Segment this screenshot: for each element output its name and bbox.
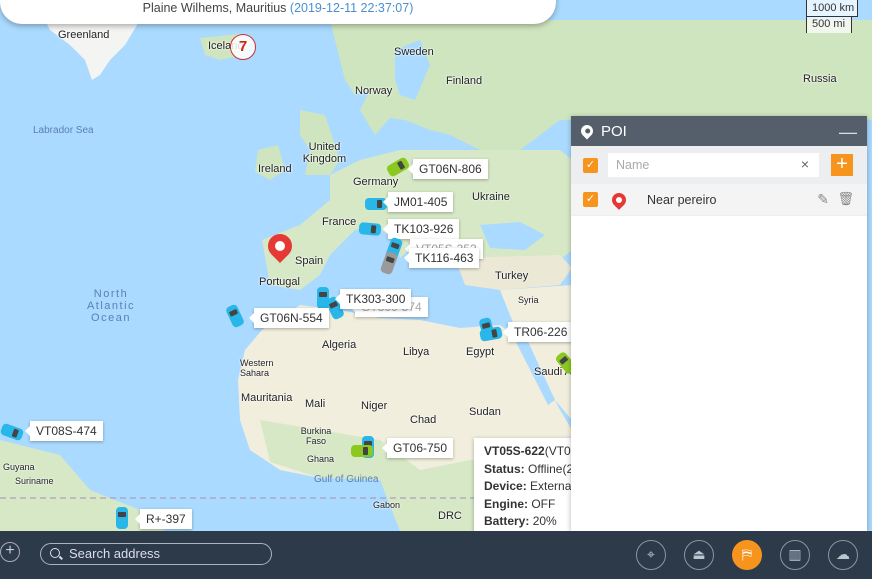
map-label-egypt: Egypt — [466, 346, 495, 358]
location-timestamp: (2019-12-11 22:37:07) — [289, 1, 414, 15]
vehicle-marker[interactable] — [351, 445, 373, 457]
vehicle-label[interactable]: R+-397 — [135, 509, 192, 529]
vehicle-label[interactable]: GT06-750 — [381, 438, 454, 458]
search-address-placeholder: Search address — [69, 546, 161, 561]
map-label-syria: Syria — [518, 295, 539, 305]
poi-list-item[interactable]: ✓ Near pereiro ✎ 🗑 — [571, 184, 867, 216]
route-playback-button[interactable]: ⌖ — [636, 540, 666, 570]
location-bar: Plaine Wilhems, Mauritius (2019-12-11 22… — [0, 0, 556, 24]
vehicle-label[interactable]: TK303-300 — [334, 289, 412, 309]
vehicle-info-tooltip: VT05S-622(VT05S-622) Status: Offline(27 … — [474, 438, 574, 531]
map-label-finland: Finland — [446, 75, 483, 87]
map-label-france: France — [322, 216, 357, 228]
map-label-libya: Libya — [403, 346, 430, 358]
poi-panel: POI — ✓ Name × + ✓ Near pereiro ✎ 🗑 — [571, 116, 867, 531]
pencil-icon[interactable]: ✎ — [817, 191, 829, 208]
cloud-download-icon: ☁ — [836, 546, 850, 562]
tooltip-device-label: Device: — [484, 479, 527, 493]
poi-marker-icon — [609, 189, 629, 210]
vehicle-label[interactable]: GT06N-806 — [408, 159, 488, 179]
tooltip-device-value: External p — [530, 479, 574, 493]
tooltip-title: VT05S-622 — [484, 444, 545, 458]
vehicle-cluster[interactable]: 7 — [230, 34, 256, 60]
map-label-portugal: Portugal — [259, 276, 300, 288]
fence-icon: ▥ — [788, 546, 802, 562]
map-label-suriname: Suriname — [15, 476, 54, 486]
map-label-north-atlantic-ocean: North Atlantic Ocean — [86, 288, 136, 324]
map-label-drc: DRC — [438, 510, 462, 522]
vehicle-label[interactable]: TK116-463 — [403, 248, 480, 268]
map-label-sudan: Sudan — [469, 406, 501, 418]
poi-panel-header: POI — — [571, 116, 867, 146]
map-label-germany: Germany — [353, 176, 399, 188]
tooltip-status-label: Status: — [484, 461, 525, 476]
poi-name-input[interactable]: Name × — [608, 153, 819, 177]
vehicle-label[interactable]: TK103-926 — [382, 219, 460, 239]
geofence-button[interactable]: ▥ — [780, 540, 810, 570]
map-label-labrador-sea: Labrador Sea — [33, 125, 94, 136]
tooltip-engine-value: OFF — [531, 496, 556, 511]
alarm-button[interactable]: ⏏ — [684, 540, 714, 570]
tooltip-battery-label: Battery: — [484, 514, 530, 528]
minimize-button[interactable]: — — [839, 122, 857, 143]
alarm-light-icon: ⏏ — [692, 546, 706, 562]
map-label-niger: Niger — [361, 400, 388, 412]
tooltip-status-value: Offline(27 — [528, 461, 574, 476]
map-label-gabon: Gabon — [373, 500, 401, 510]
bottom-toolbar: + Search address ⌖ ⏏ ⛿ ▥ ☁ — [0, 531, 872, 579]
select-all-checkbox[interactable]: ✓ — [583, 157, 598, 173]
map-label-greenland: Greenland — [58, 29, 110, 41]
current-location: Plaine Wilhems, Mauritius — [142, 1, 287, 15]
tooltip-engine-label: Engine: — [484, 496, 528, 511]
map-label-mauritania: Mauritania — [241, 392, 293, 404]
poi-item-name: Near pereiro — [647, 192, 717, 207]
map-label-burkina-faso: Burkina Faso — [300, 426, 332, 446]
map-pin-icon — [578, 122, 596, 140]
tooltip-title-suffix: (VT05S-622) — [544, 444, 574, 458]
map-label-spain: Spain — [295, 255, 324, 267]
map-label-guyana: Guyana — [3, 462, 35, 472]
map-label-sweden: Sweden — [394, 46, 434, 58]
tooltip-battery-value: 20% — [532, 514, 557, 528]
map-label-united-kingdom: United Kingdom — [302, 141, 347, 165]
clear-icon[interactable]: × — [801, 156, 809, 172]
search-address-input[interactable]: Search address — [40, 543, 272, 565]
map-label-mali: Mali — [305, 398, 326, 410]
map-label-algeria: Algeria — [322, 339, 357, 351]
map-label-russia: Russia — [803, 73, 837, 85]
poi-item-checkbox[interactable]: ✓ — [583, 192, 598, 207]
poi-panel-title: POI — [601, 122, 627, 140]
map-label-ireland: Ireland — [258, 163, 292, 175]
map-label-ghana: Ghana — [307, 454, 335, 464]
map-label-western-sahara: Western Sahara — [240, 358, 274, 378]
zoom-in-icon[interactable]: + — [0, 542, 20, 562]
download-button[interactable]: ☁ — [828, 540, 858, 570]
scale-mi: 500 mi — [806, 17, 852, 33]
route-icon: ⌖ — [647, 546, 655, 562]
vehicle-label[interactable]: TR06-226 — [502, 322, 574, 342]
vehicle-label[interactable]: VT08S-474 — [25, 421, 103, 441]
map-pin-icon: ⛿ — [741, 546, 753, 562]
trash-icon[interactable]: 🗑 — [837, 191, 854, 207]
map-scale: 1000 km 500 mi — [806, 0, 858, 33]
map-label-turkey: Turkey — [495, 270, 529, 282]
map-label-norway: Norway — [355, 85, 393, 97]
vehicle-marker[interactable] — [358, 222, 382, 236]
scale-km: 1000 km — [806, 0, 858, 17]
poi-map-button[interactable]: ⛿ — [732, 540, 762, 570]
vehicle-marker[interactable] — [116, 507, 128, 529]
map-label-gulf-of-guinea: Gulf of Guinea — [314, 474, 379, 485]
map-label-chad: Chad — [410, 414, 437, 426]
add-poi-button[interactable]: + — [831, 154, 853, 176]
vehicle-label[interactable]: GT06N-554 — [249, 308, 329, 328]
poi-search-row: ✓ Name × + — [571, 146, 867, 184]
map-label-ukraine: Ukraine — [472, 191, 510, 203]
vehicle-label[interactable]: JM01-405 — [382, 192, 454, 212]
poi-name-placeholder: Name — [616, 158, 650, 172]
search-icon — [50, 548, 60, 558]
